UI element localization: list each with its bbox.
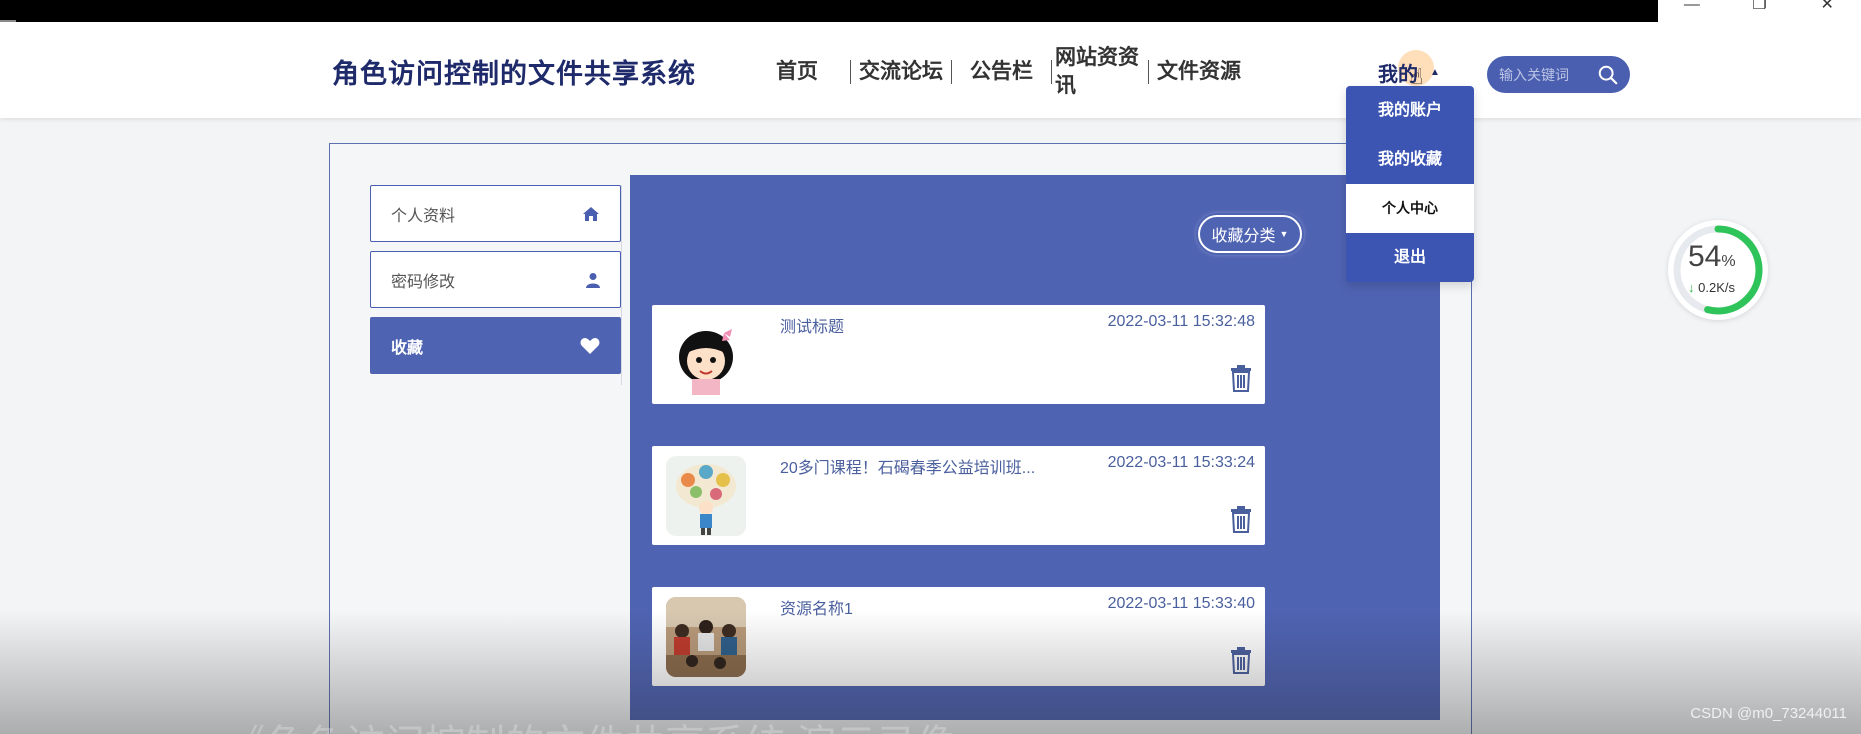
search-box xyxy=(1487,56,1630,93)
sidebar-divider xyxy=(621,185,622,385)
minimize-icon[interactable]: — xyxy=(1677,0,1707,16)
nav-notice[interactable]: 公告栏 xyxy=(952,59,1041,85)
nav-news[interactable]: 网站资资讯 xyxy=(1052,44,1148,100)
card-title[interactable]: 资源名称1 xyxy=(780,595,853,619)
sidebar-item-label: 收藏 xyxy=(391,339,424,357)
nav-files[interactable]: 文件资源 xyxy=(1149,59,1249,85)
favorite-card[interactable]: 资源名称1 2022-03-11 15:33:40 xyxy=(652,587,1265,686)
card-thumbnail xyxy=(666,456,746,536)
user-icon xyxy=(586,272,600,288)
category-button-label: 收藏分类 xyxy=(1211,228,1276,245)
sidebar: 个人资料 密码修改 收藏 xyxy=(370,185,621,383)
menu-my-favorites[interactable]: 我的收藏 xyxy=(1346,135,1474,184)
nav-forum[interactable]: 交流论坛 xyxy=(851,59,951,85)
cartoon-boy-ideas-image xyxy=(666,456,746,536)
sidebar-item-favorites[interactable]: 收藏 xyxy=(370,317,621,374)
card-thumbnail xyxy=(666,315,746,395)
favorites-category-button[interactable]: 收藏分类 ▼ xyxy=(1198,215,1302,253)
heart-icon xyxy=(580,337,600,354)
close-icon[interactable]: ✕ xyxy=(1812,0,1842,16)
network-speed-widget[interactable]: 54% ↓ 0.2K/s xyxy=(1668,220,1768,320)
favorite-card[interactable]: 20多门课程！石碣春季公益培训班... 2022-03-11 15:33:24 xyxy=(652,446,1265,545)
speed-percent: 54% xyxy=(1688,240,1736,273)
classroom-photo-image xyxy=(666,597,746,677)
site-title[interactable]: 角色访问控制的文件共享系统 xyxy=(332,52,696,91)
sidebar-item-profile[interactable]: 个人资料 xyxy=(370,185,621,242)
speed-rate: ↓ 0.2K/s xyxy=(1688,280,1735,295)
restore-icon[interactable]: ❐ xyxy=(1744,0,1774,16)
search-input[interactable] xyxy=(1499,66,1591,83)
my-dropdown-menu: 我的账户 我的收藏 个人中心 退出 xyxy=(1346,86,1474,282)
card-title[interactable]: 测试标题 xyxy=(780,313,844,337)
menu-personal-center[interactable]: 个人中心 xyxy=(1346,184,1474,233)
download-arrow-icon: ↓ xyxy=(1688,280,1695,295)
card-thumbnail xyxy=(666,597,746,677)
caret-down-icon: ▼ xyxy=(1279,229,1289,239)
caret-up-icon: ▲ xyxy=(1430,67,1440,78)
card-title[interactable]: 20多门课程！石碣春季公益培训班... xyxy=(780,454,1035,478)
window-controls: — ❐ ✕ xyxy=(1658,0,1861,22)
search-icon[interactable] xyxy=(1597,64,1619,86)
csdn-watermark: CSDN @m0_73244011 xyxy=(1690,705,1847,722)
favorite-card[interactable]: 测试标题 2022-03-11 15:32:48 xyxy=(652,305,1265,404)
cartoon-girl-image xyxy=(666,315,746,395)
nav-home[interactable]: 首页 xyxy=(768,59,826,85)
video-caption: 《角色访问控制的文件共享系统 演示录像 xyxy=(225,712,956,734)
sidebar-item-label: 个人资料 xyxy=(391,207,456,225)
card-time: 2022-03-11 15:32:48 xyxy=(1107,313,1255,330)
menu-my-account[interactable]: 我的账户 xyxy=(1346,86,1474,135)
sidebar-item-label: 密码修改 xyxy=(391,273,456,291)
trash-icon[interactable] xyxy=(1229,364,1253,392)
trash-icon[interactable] xyxy=(1229,505,1253,533)
my-menu-toggle[interactable]: 我的 ▲ xyxy=(1378,50,1440,87)
trash-icon[interactable] xyxy=(1229,646,1253,674)
sidebar-item-password[interactable]: 密码修改 xyxy=(370,251,621,308)
window-titlebar xyxy=(0,0,1658,24)
main-nav: 首页 交流论坛 公告栏 网站资资讯 文件资源 xyxy=(768,44,1249,100)
home-icon xyxy=(583,206,599,221)
card-time: 2022-03-11 15:33:24 xyxy=(1107,454,1255,471)
card-time: 2022-03-11 15:33:40 xyxy=(1107,595,1255,612)
menu-logout[interactable]: 退出 xyxy=(1346,233,1474,282)
